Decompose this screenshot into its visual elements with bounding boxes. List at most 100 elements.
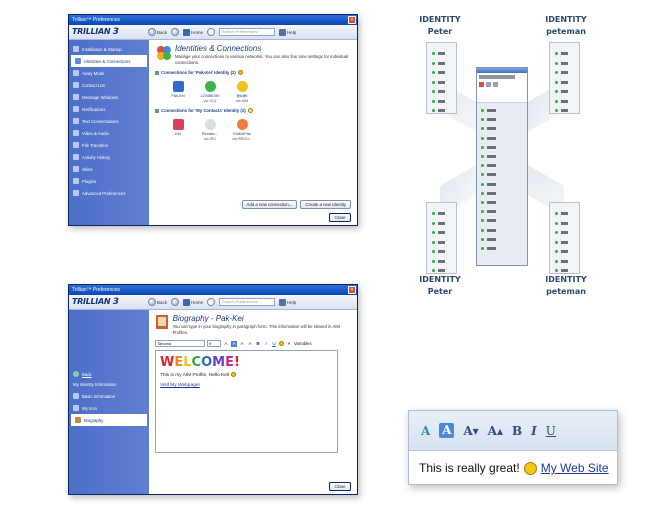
welcome-letter: C [191,355,202,370]
sidebar-item[interactable]: Plugins [69,175,149,187]
online-status-icon [481,182,484,186]
link-icon[interactable]: ● [286,341,292,347]
sidebar-back-button[interactable]: Back [69,368,149,380]
emoticon-icon[interactable] [279,341,284,346]
status-bar-placeholder [479,75,515,79]
home-button[interactable]: Home [183,28,203,36]
biography-icon [75,417,81,423]
sidebar-item[interactable]: Video & Audio [69,127,149,139]
italic-icon[interactable]: I [263,341,269,347]
close-icon[interactable]: × [348,16,356,24]
sidebar: Installation & Startup Identities & Conn… [69,40,149,225]
font-size-select[interactable]: 9 [207,340,221,347]
search-input[interactable]: Search Preferences [219,298,276,306]
contact-name-placeholder [487,210,496,214]
connection-item[interactable]: Rendez... via IRC [199,119,221,141]
message-preview[interactable]: This is really great! My Web Site [409,451,617,485]
contact-name-placeholder [561,109,568,113]
connection-item[interactable]: 123456789 via ICQ [199,81,221,103]
underline-icon[interactable]: U [546,424,556,438]
preferences-window-identities: Trillian™ Preferences × TRILLIAN 3 Back … [68,14,358,226]
status-icons [479,82,525,87]
sidebar-item[interactable]: File Transfers [69,139,149,151]
decrease-font-icon[interactable]: A [239,341,245,347]
sidebar-item[interactable]: Text Conversations [69,115,149,127]
message-text: This is really great! [419,461,520,475]
close-icon[interactable]: × [348,286,356,294]
variables-button[interactable]: Variables [294,341,312,346]
online-status-icon [555,80,558,84]
online-status-icon [481,237,484,241]
contact-row [555,87,576,97]
contact-name-placeholder [438,52,445,56]
connection-item[interactable]: KidKelPak via RENO... [231,119,253,141]
sidebar-item[interactable]: Message Windows [69,91,149,103]
status-icon [479,82,484,87]
page-title: Biography - Pak-Kei [172,314,244,323]
contact-row [555,59,576,69]
contact-name-placeholder [561,269,568,273]
add-connection-button[interactable]: Add a new connection... [241,200,298,209]
contact-name-placeholder [487,136,496,140]
search-icon [207,298,216,306]
font-select[interactable]: Tahoma [155,340,205,347]
back-button[interactable]: Back [148,28,167,36]
sidebar-item[interactable]: Installation & Startup [69,43,149,55]
sidebar-item[interactable]: Skins [69,163,149,175]
web-site-link[interactable]: My Web Site [541,461,609,475]
search-input[interactable]: Search Preferences [219,28,276,36]
underline-icon[interactable]: U [271,341,277,347]
text-color-icon[interactable]: A [223,341,229,347]
sidebar-item[interactable]: Notifications [69,103,149,115]
page-header: Identities & Connections Manage your con… [155,44,351,65]
identities-icon [75,58,81,64]
create-identity-button[interactable]: Create a new Identity [300,200,351,209]
bold-icon[interactable]: B [255,341,261,347]
contact-name-placeholder [438,71,445,75]
sidebar-item-active[interactable]: Identities & Connections [71,55,147,67]
help-button[interactable]: Help [279,298,296,306]
bold-icon[interactable]: B [512,424,522,438]
contact-row [481,115,523,124]
italic-icon[interactable]: I [531,424,537,438]
highlight-color-icon[interactable]: A [439,423,455,438]
sidebar-item[interactable]: My Icon [69,402,149,414]
contact-name-placeholder [438,240,445,244]
sidebar-item[interactable]: Activity History [69,151,149,163]
search-icon [207,28,216,36]
text-color-icon[interactable]: A [421,424,430,438]
forward-arrow-icon[interactable] [171,298,180,306]
increase-font-icon[interactable]: A [247,341,253,347]
close-button[interactable]: Close [329,482,351,491]
contact-row [555,106,576,116]
window-title: Trillian™ Preferences [72,17,120,23]
help-button[interactable]: Help [279,28,296,36]
biography-editor[interactable]: WELCOME! This is my AIM Profile, Hello K… [155,350,338,453]
close-button[interactable]: Close [329,213,351,222]
sidebar-item[interactable]: Away Mode [69,67,149,79]
connection-item[interactable]: Pak-Kei [167,81,189,103]
forward-arrow-icon[interactable] [171,28,180,36]
welcome-letter: E [225,355,234,370]
sidebar-item[interactable]: Contact List [69,79,149,91]
contact-name-placeholder [487,246,496,250]
home-button[interactable]: Home [183,298,203,306]
webpage-link[interactable]: Visit My Webpage! [160,383,333,388]
sidebar-item[interactable]: Basic Information [69,390,149,402]
online-status-icon [555,99,558,103]
highlight-color-icon[interactable]: A [231,340,237,347]
contact-row [481,216,523,225]
contact-row [555,68,576,78]
connection-item[interactable]: Kel [167,119,189,141]
sidebar-item[interactable]: Advanced Preferences [69,187,149,199]
decrease-font-icon[interactable]: A▾ [463,424,478,438]
title-bar: Trillian™ Preferences × [69,15,357,25]
online-status-icon [481,173,484,177]
contact-row [432,247,453,257]
sidebar-item-active[interactable]: Biography [71,414,147,426]
increase-font-icon[interactable]: A▴ [488,424,503,438]
back-button[interactable]: Back [148,298,167,306]
connection-item[interactable]: fjfkdjfk via AIM [231,81,253,103]
online-status-icon [432,99,435,103]
contact-name-placeholder [561,52,568,56]
